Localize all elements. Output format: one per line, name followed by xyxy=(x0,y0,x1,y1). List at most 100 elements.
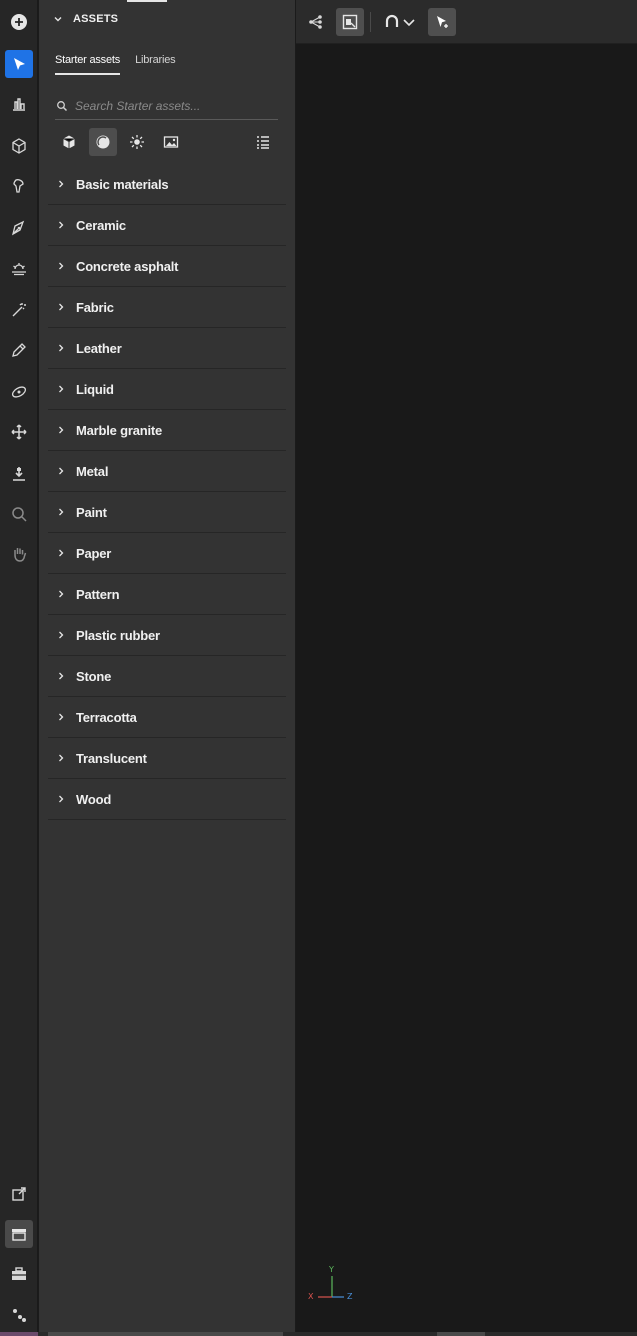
search-icon xyxy=(57,100,68,111)
axis-gizmo: Y X Z xyxy=(308,1264,358,1308)
magic-tool-button[interactable] xyxy=(5,296,33,324)
category-item[interactable]: Stone xyxy=(48,656,286,697)
category-item[interactable]: Paper xyxy=(48,533,286,574)
category-label: Terracotta xyxy=(76,709,137,725)
frame-selection-button[interactable] xyxy=(336,8,364,36)
export-button[interactable] xyxy=(5,1180,33,1208)
chevron-right-icon xyxy=(59,549,64,557)
axis-z-label: Z xyxy=(347,1292,353,1301)
category-item[interactable]: Ceramic xyxy=(48,205,286,246)
filter-lights-button[interactable] xyxy=(123,128,151,156)
chevron-right-icon xyxy=(59,303,64,311)
magic-wand-icon xyxy=(12,303,26,317)
light-sun-icon xyxy=(130,135,144,149)
eyedropper-tool-button[interactable] xyxy=(5,336,33,364)
asset-type-filters xyxy=(55,128,278,156)
viewport[interactable]: Y X Z xyxy=(296,0,637,1336)
category-item[interactable]: Metal xyxy=(48,451,286,492)
assets-panel-button[interactable] xyxy=(5,1220,33,1248)
chevron-right-icon xyxy=(59,221,64,229)
category-label: Pattern xyxy=(76,586,120,602)
chevron-right-icon xyxy=(59,467,64,475)
category-label: Wood xyxy=(76,791,112,807)
drop-to-ground-button[interactable] xyxy=(5,460,33,488)
status-segment xyxy=(0,1332,38,1336)
orbit-icon xyxy=(11,386,27,398)
paint-tool-button[interactable] xyxy=(5,172,33,200)
chevron-right-icon xyxy=(59,713,64,721)
category-label: Metal xyxy=(76,463,109,479)
category-item[interactable]: Wood xyxy=(48,779,286,820)
list-view-button[interactable] xyxy=(249,128,277,156)
axis-x-label: X xyxy=(308,1292,314,1301)
scene-panel-button[interactable] xyxy=(5,1301,33,1329)
category-label: Paper xyxy=(76,545,112,561)
category-item[interactable]: Plastic rubber xyxy=(48,615,286,656)
snap-options-dropdown[interactable] xyxy=(400,8,418,36)
category-item[interactable]: Pattern xyxy=(48,574,286,615)
status-segment xyxy=(48,1332,283,1336)
drop-to-ground-icon xyxy=(13,467,25,481)
category-item[interactable]: Translucent xyxy=(48,738,286,779)
add-model-tool-button[interactable] xyxy=(5,132,33,160)
category-list: Basic materials Ceramic Concrete asphalt Fa… xyxy=(48,164,286,820)
tab-starter-assets[interactable]: Starter assets xyxy=(55,54,120,75)
chevron-right-icon xyxy=(59,385,64,393)
panel-header[interactable]: ASSETS xyxy=(53,13,118,25)
category-item[interactable]: Terracotta xyxy=(48,697,286,738)
category-item[interactable]: Marble granite xyxy=(48,410,286,451)
zoom-tool-button[interactable] xyxy=(5,500,33,528)
category-item[interactable]: Leather xyxy=(48,328,286,369)
select-arrow-icon xyxy=(14,58,25,70)
paint-brush-icon xyxy=(13,179,24,193)
pan-tool-button[interactable] xyxy=(5,540,33,568)
image-icon xyxy=(163,136,179,148)
stats-tool-button[interactable] xyxy=(5,90,33,118)
category-item[interactable]: Paint xyxy=(48,492,286,533)
category-label: Concrete asphalt xyxy=(76,258,179,274)
filter-images-button[interactable] xyxy=(157,128,185,156)
move-icon xyxy=(11,424,27,440)
list-view-icon xyxy=(257,136,269,149)
auto-select-button[interactable] xyxy=(428,8,456,36)
move-tool-button[interactable] xyxy=(5,418,33,446)
category-item[interactable]: Liquid xyxy=(48,369,286,410)
toolbox-icon xyxy=(12,1267,26,1280)
category-item[interactable]: Fabric xyxy=(48,287,286,328)
chevron-right-icon xyxy=(59,344,64,352)
archive-box-icon xyxy=(12,1229,26,1241)
cube-icon xyxy=(12,138,26,154)
panel-tab-indicator xyxy=(127,0,167,2)
search-input[interactable] xyxy=(75,98,265,113)
toolbar-separator xyxy=(370,12,371,32)
category-item[interactable]: Basic materials xyxy=(48,164,286,205)
orbit-tool-button[interactable] xyxy=(5,378,33,406)
properties-panel-button[interactable] xyxy=(5,1260,33,1288)
category-label: Stone xyxy=(76,668,112,684)
chevron-right-icon xyxy=(59,590,64,598)
category-label: Plastic rubber xyxy=(76,627,160,643)
environment-tool-button[interactable] xyxy=(5,255,33,283)
category-label: Translucent xyxy=(76,750,147,766)
category-label: Basic materials xyxy=(76,176,169,192)
chevron-down-icon xyxy=(54,17,62,22)
select-tool-button[interactable] xyxy=(5,50,33,78)
filter-models-button[interactable] xyxy=(55,128,83,156)
scene-graph-button[interactable] xyxy=(302,8,330,36)
category-label: Leather xyxy=(76,340,122,356)
pen-tool-button[interactable] xyxy=(5,214,33,242)
chevron-right-icon xyxy=(59,754,64,762)
node-graph-icon xyxy=(13,1309,26,1322)
panel-title: ASSETS xyxy=(73,13,119,25)
category-item[interactable]: Concrete asphalt xyxy=(48,246,286,287)
category-label: Marble granite xyxy=(76,422,163,438)
add-button[interactable] xyxy=(5,8,33,36)
filter-materials-button[interactable] xyxy=(89,128,117,156)
chevron-right-icon xyxy=(59,672,64,680)
magnet-snap-icon xyxy=(385,14,399,27)
tab-libraries[interactable]: Libraries xyxy=(135,54,176,75)
material-sphere-icon xyxy=(96,135,110,149)
category-label: Ceramic xyxy=(76,217,126,233)
asset-tabs: Starter assets Libraries xyxy=(55,54,176,75)
tool-rail xyxy=(0,0,38,1336)
